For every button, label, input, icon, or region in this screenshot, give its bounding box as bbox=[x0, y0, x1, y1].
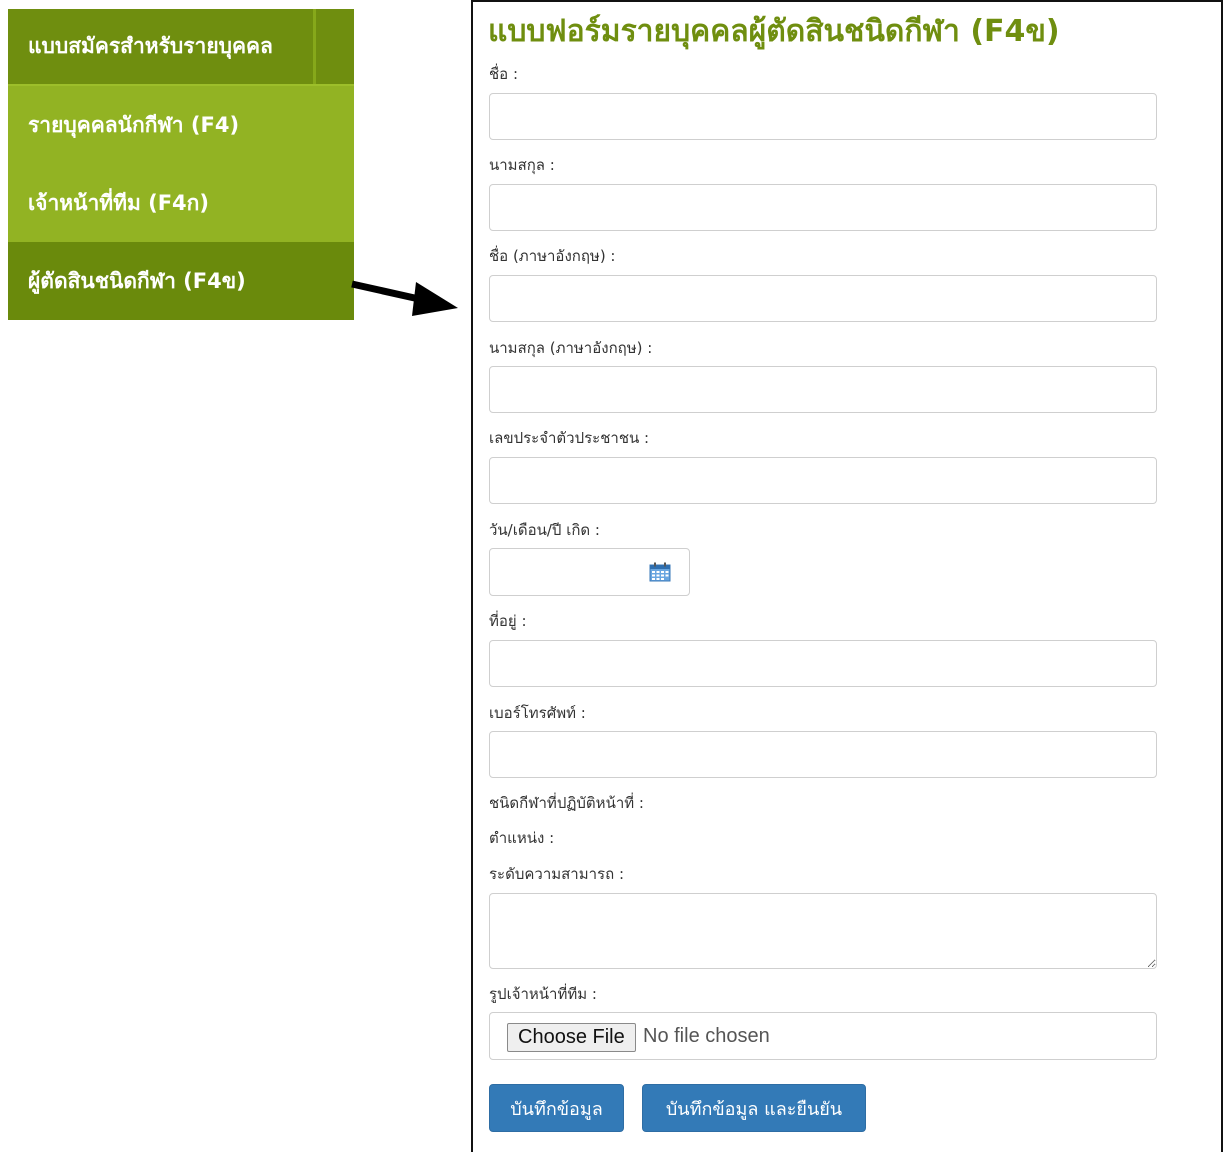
first-name-en-label: ชื่อ (ภาษาอังกฤษ) : bbox=[489, 247, 616, 265]
phone-input[interactable] bbox=[489, 731, 1157, 778]
choose-file-button[interactable]: Choose File bbox=[507, 1023, 636, 1052]
first-name-en-input[interactable] bbox=[489, 275, 1157, 322]
last-name-label: นามสกุล : bbox=[489, 156, 555, 174]
sidebar-item-label: เจ้าหน้าที่ทีม (F4ก) bbox=[28, 190, 209, 215]
birth-date-input[interactable] bbox=[489, 548, 690, 596]
file-status-text: No file chosen bbox=[643, 1025, 770, 1047]
sport-type-label: ชนิดกีฬาที่ปฏิบัติหน้าที่ : bbox=[489, 794, 644, 812]
sidebar-item-label: ผู้ตัดสินชนิดกีฬา (F4ข) bbox=[28, 268, 246, 293]
staff-photo-file-input[interactable]: Choose File No file chosen bbox=[489, 1012, 1157, 1060]
last-name-input[interactable] bbox=[489, 184, 1157, 231]
sidebar-header-label: แบบสมัครสำหรับรายบุคคล bbox=[28, 34, 273, 58]
calendar-icon[interactable] bbox=[649, 562, 671, 582]
phone-label: เบอร์โทรศัพท์ : bbox=[489, 704, 586, 722]
citizen-id-input[interactable] bbox=[489, 457, 1157, 504]
birth-date-label: วัน/เดือน/ปี เกิด : bbox=[489, 521, 600, 539]
sidebar-header[interactable]: แบบสมัครสำหรับรายบุคคล bbox=[8, 9, 354, 86]
sidebar-item-athlete[interactable]: รายบุคคลนักกีฬา (F4) bbox=[8, 86, 354, 164]
sidebar-item-team-staff[interactable]: เจ้าหน้าที่ทีม (F4ก) bbox=[8, 164, 354, 242]
sidebar-header-divider bbox=[313, 9, 316, 84]
ability-level-label: ระดับความสามารถ : bbox=[489, 865, 624, 883]
last-name-en-label: นามสกุล (ภาษาอังกฤษ) : bbox=[489, 339, 653, 357]
position-label: ตำแหน่ง : bbox=[489, 829, 555, 847]
save-button[interactable]: บันทึกข้อมูล bbox=[489, 1084, 624, 1132]
ability-level-textarea[interactable] bbox=[489, 893, 1157, 969]
sidebar-item-label: รายบุคคลนักกีฬา (F4) bbox=[28, 112, 240, 137]
citizen-id-label: เลขประจำตัวประชาชน : bbox=[489, 429, 650, 447]
staff-photo-label: รูปเจ้าหน้าที่ทีม : bbox=[489, 985, 597, 1003]
save-confirm-button[interactable]: บันทึกข้อมูล และยืนยัน bbox=[642, 1084, 866, 1132]
first-name-input[interactable] bbox=[489, 93, 1157, 140]
page-title: แบบฟอร์มรายบุคคลผู้ตัดสินชนิดกีฬา (F4ข) bbox=[488, 14, 1060, 49]
last-name-en-input[interactable] bbox=[489, 366, 1157, 413]
address-label: ที่อยู่ : bbox=[489, 612, 527, 630]
arrow-right-icon bbox=[351, 280, 458, 316]
sidebar-menu: แบบสมัครสำหรับรายบุคคล รายบุคคลนักกีฬา (… bbox=[8, 9, 354, 320]
sidebar-item-referee[interactable]: ผู้ตัดสินชนิดกีฬา (F4ข) bbox=[8, 242, 354, 320]
address-input[interactable] bbox=[489, 640, 1157, 687]
first-name-label: ชื่อ : bbox=[489, 65, 519, 83]
